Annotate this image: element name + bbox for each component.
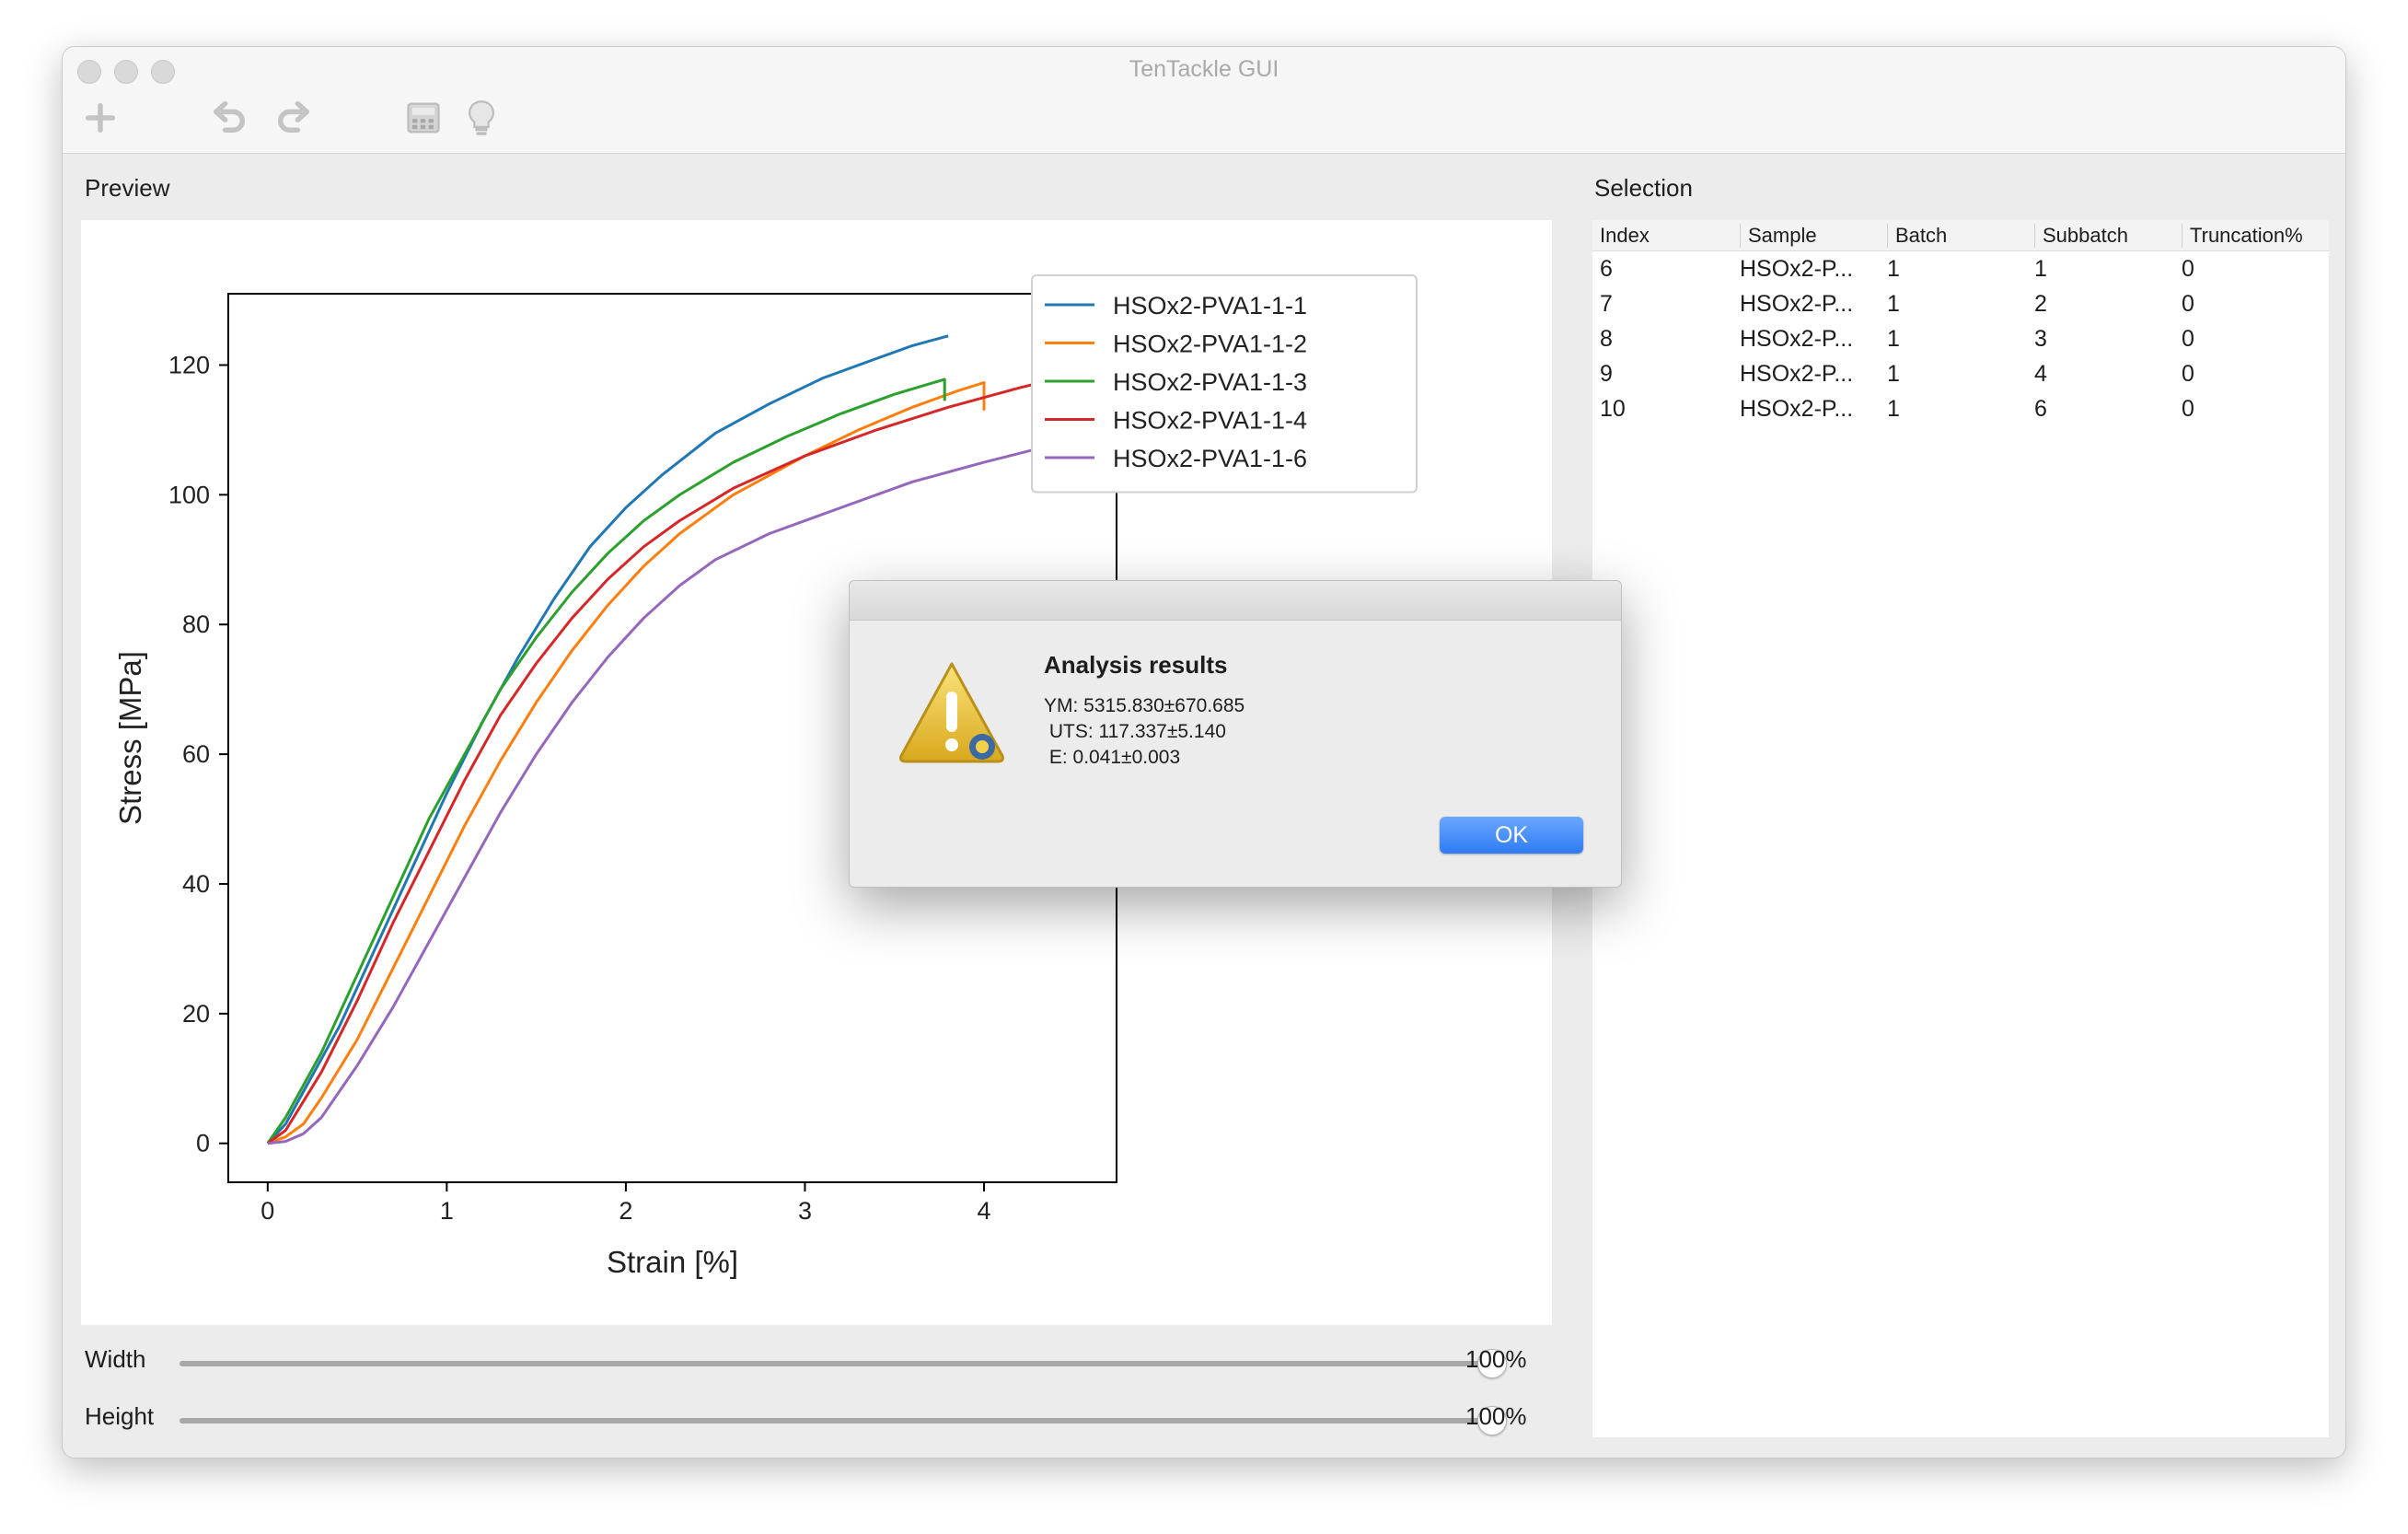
cell-subbatch: 6: [2034, 396, 2047, 422]
y-tick-label: 40: [182, 870, 210, 898]
column-header-subbatch[interactable]: Subbatch: [2034, 224, 2181, 248]
warning-icon: [899, 662, 1004, 763]
ok-button[interactable]: OK: [1440, 817, 1583, 854]
table-row[interactable]: 6 HSOx2-P... 1 1 0: [1592, 251, 2329, 286]
cell-sample: HSOx2-P...: [1740, 326, 1854, 352]
legend-entry: HSOx2-PVA1-1-4: [1113, 407, 1307, 435]
hint-button[interactable]: [458, 95, 504, 141]
redo-icon: [277, 100, 310, 133]
cell-truncation: 0: [2182, 256, 2194, 282]
legend-entry: HSOx2-PVA1-1-6: [1113, 445, 1307, 472]
cell-truncation: 0: [2182, 396, 2194, 422]
window-title: TenTackle GUI: [1129, 56, 1279, 82]
cell-truncation: 0: [2182, 291, 2194, 317]
python-icon: [969, 734, 995, 760]
preview-label: Preview: [85, 174, 170, 202]
cell-truncation: 0: [2182, 326, 2194, 352]
series-line-1: [266, 334, 949, 1145]
undo-button[interactable]: [206, 95, 252, 141]
add-button[interactable]: [77, 95, 123, 141]
x-axis-label: Strain [%]: [607, 1245, 738, 1279]
y-tick-label: 120: [168, 351, 210, 378]
cell-subbatch: 3: [2034, 326, 2047, 352]
y-tick-label: 100: [168, 481, 210, 508]
y-axis-label: Stress [MPa]: [113, 651, 147, 825]
cell-batch: 1: [1887, 361, 1900, 387]
legend-entry: HSOx2-PVA1-1-2: [1113, 331, 1307, 358]
selection-table[interactable]: Index Sample Batch Subbatch Truncation% …: [1592, 220, 2329, 1437]
cell-batch: 1: [1887, 256, 1900, 282]
cell-index: 6: [1600, 256, 1613, 282]
analysis-results-dialog: Analysis results YM: 5315.830±670.685 UT…: [849, 580, 1622, 888]
height-slider[interactable]: [179, 1418, 1505, 1424]
cell-sample: HSOx2-P...: [1740, 256, 1854, 282]
y-tick-label: 20: [182, 1000, 210, 1028]
column-header-sample[interactable]: Sample: [1740, 224, 1886, 248]
height-label: Height: [85, 1402, 155, 1430]
dialog-title-bar: [850, 581, 1621, 621]
dialog-result-e: E: 0.041±0.003: [1044, 747, 1181, 768]
dialog-result-uts: UTS: 117.337±5.140: [1044, 721, 1226, 742]
calculator-icon: [407, 102, 440, 134]
cell-index: 7: [1600, 291, 1613, 317]
cell-sample: HSOx2-P...: [1740, 291, 1854, 317]
x-tick-label: 1: [440, 1197, 454, 1225]
cell-truncation: 0: [2182, 361, 2194, 387]
x-tick-label: 2: [619, 1197, 632, 1225]
column-header-truncation[interactable]: Truncation%: [2182, 224, 2328, 248]
x-tick-label: 0: [260, 1197, 274, 1225]
x-tick-label: 4: [978, 1197, 991, 1225]
cell-batch: 1: [1887, 291, 1900, 317]
table-row[interactable]: 8 HSOx2-P... 1 3 0: [1592, 321, 2329, 356]
legend-entry: HSOx2-PVA1-1-3: [1113, 368, 1307, 396]
width-slider[interactable]: [179, 1361, 1505, 1366]
calculate-button[interactable]: [400, 95, 446, 141]
dialog-result-ym: YM: 5315.830±670.685: [1044, 695, 1245, 716]
undo-icon: [213, 100, 246, 133]
table-row[interactable]: 10 HSOx2-P... 1 6 0: [1592, 391, 2329, 426]
dialog-title: Analysis results: [1044, 651, 1228, 679]
cell-index: 9: [1600, 361, 1613, 387]
cell-sample: HSOx2-P...: [1740, 361, 1854, 387]
selection-label: Selection: [1594, 174, 1693, 202]
cell-subbatch: 2: [2034, 291, 2047, 317]
legend-entry: HSOx2-PVA1-1-1: [1113, 292, 1307, 320]
series-line-3: [266, 378, 946, 1145]
x-tick-label: 3: [798, 1197, 812, 1225]
table-header: Index Sample Batch Subbatch Truncation%: [1592, 220, 2329, 251]
width-label: Width: [85, 1345, 146, 1373]
y-tick-label: 60: [182, 740, 210, 768]
height-value: 100%: [1465, 1402, 1527, 1430]
column-header-batch[interactable]: Batch: [1887, 224, 2033, 248]
cell-sample: HSOx2-P...: [1740, 396, 1854, 422]
cell-batch: 1: [1887, 396, 1900, 422]
redo-button[interactable]: [271, 95, 317, 141]
cell-batch: 1: [1887, 326, 1900, 352]
title-bar: TenTackle GUI: [63, 47, 2345, 154]
cell-index: 8: [1600, 326, 1613, 352]
y-tick-label: 80: [182, 610, 210, 638]
table-row[interactable]: 7 HSOx2-P... 1 2 0: [1592, 286, 2329, 321]
plus-icon: [86, 103, 115, 133]
cell-subbatch: 1: [2034, 256, 2047, 282]
cell-subbatch: 4: [2034, 361, 2047, 387]
column-header-index[interactable]: Index: [1592, 224, 1738, 248]
width-value: 100%: [1465, 1345, 1527, 1373]
table-row[interactable]: 9 HSOx2-P... 1 4 0: [1592, 356, 2329, 391]
cell-index: 10: [1600, 396, 1626, 422]
y-tick-label: 0: [196, 1130, 210, 1157]
lightbulb-icon: [469, 100, 494, 135]
